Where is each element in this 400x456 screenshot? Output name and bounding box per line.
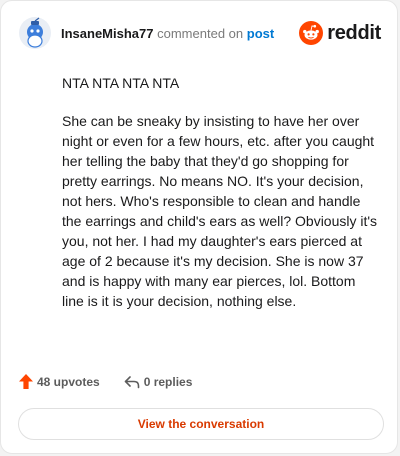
comment-body: NTA NTA NTA NTA She can be sneaky by ins… — [62, 73, 380, 311]
username[interactable]: InsaneMisha77 — [61, 26, 154, 41]
replies-count: 0 replies — [143, 374, 193, 389]
comment-paragraph: NTA NTA NTA NTA — [62, 75, 180, 91]
upvotes-count: 48 upvotes — [37, 374, 100, 389]
comment-paragraph: She can be sneaky by insisting to have h… — [62, 113, 378, 309]
view-conversation-button[interactable]: View the conversation — [18, 408, 384, 440]
post-link[interactable]: post — [247, 26, 274, 41]
reddit-snoo-icon — [299, 21, 324, 45]
replies-button[interactable]: 0 replies — [124, 374, 193, 389]
reddit-logo[interactable]: reddit — [299, 21, 381, 45]
upvotes-button[interactable]: 48 upvotes — [19, 374, 100, 389]
avatar[interactable] — [19, 17, 51, 49]
comment-header: InsaneMisha77 commented on post — [61, 26, 274, 41]
reddit-wordmark: reddit — [327, 21, 381, 44]
reply-arrow-icon — [124, 375, 140, 388]
commented-on-text: commented on — [157, 26, 244, 41]
upvote-arrow-icon — [19, 374, 33, 389]
comment-card: InsaneMisha77 commented on post reddit N… — [0, 0, 398, 454]
comment-actions: 48 upvotes 0 replies — [19, 374, 192, 389]
